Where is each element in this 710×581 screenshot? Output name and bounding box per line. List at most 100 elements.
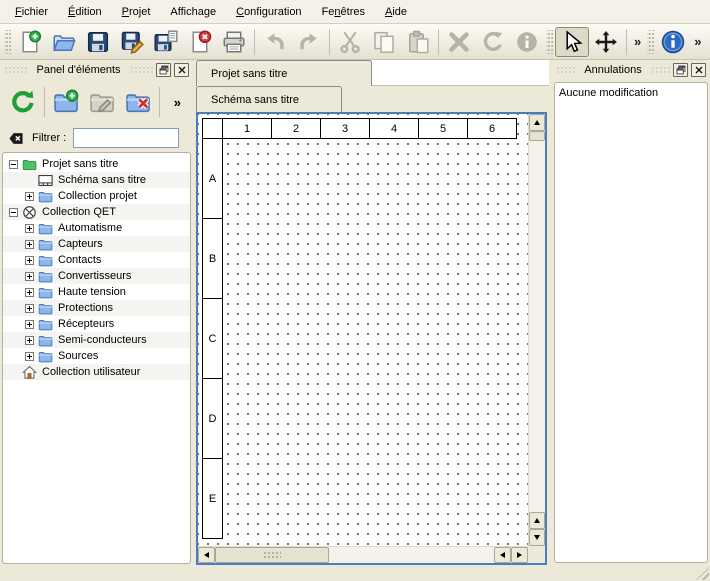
save-as-icon bbox=[120, 30, 144, 54]
folder-icon bbox=[38, 237, 53, 252]
open-document-button[interactable] bbox=[47, 27, 81, 57]
tree-item-semi-conducteurs[interactable]: Semi-conducteurs bbox=[3, 332, 190, 348]
collapse-toggle[interactable] bbox=[9, 160, 18, 169]
close-panel-button[interactable] bbox=[691, 63, 706, 77]
expand-toggle[interactable] bbox=[25, 320, 34, 329]
reload-button[interactable] bbox=[5, 84, 41, 120]
tree-item-haute-tension[interactable]: Haute tension bbox=[3, 284, 190, 300]
close-panel-button[interactable] bbox=[174, 63, 189, 77]
horizontal-scroll-thumb[interactable] bbox=[215, 547, 329, 563]
expand-toggle[interactable] bbox=[25, 256, 34, 265]
scroll-left-button-right[interactable] bbox=[494, 547, 511, 563]
expand-toggle[interactable] bbox=[25, 304, 34, 313]
menu-affichage[interactable]: Affichage bbox=[161, 2, 225, 22]
tree-item-protections[interactable]: Protections bbox=[3, 300, 190, 316]
close-document-button[interactable] bbox=[183, 27, 217, 57]
select-arrow-button[interactable] bbox=[555, 27, 589, 57]
save-button[interactable] bbox=[81, 27, 115, 57]
folder-icon bbox=[38, 221, 53, 236]
folder-icon bbox=[38, 349, 53, 364]
rotate-button[interactable] bbox=[476, 27, 510, 57]
new-document-button[interactable] bbox=[13, 27, 47, 57]
float-panel-button[interactable] bbox=[156, 63, 171, 77]
tree-item-collection-qet[interactable]: Collection QET bbox=[3, 204, 190, 220]
scroll-down-button[interactable] bbox=[529, 529, 545, 546]
move-part-button[interactable] bbox=[589, 27, 623, 57]
undo-button[interactable] bbox=[258, 27, 292, 57]
resize-grip[interactable] bbox=[696, 567, 709, 580]
delete-button[interactable] bbox=[442, 27, 476, 57]
tree-item-projet-sans-titre[interactable]: Projet sans titre bbox=[3, 156, 190, 172]
cut-icon bbox=[338, 30, 362, 54]
tree-item-convertisseurs[interactable]: Convertisseurs bbox=[3, 268, 190, 284]
tree-item-automatisme[interactable]: Automatisme bbox=[3, 220, 190, 236]
clear-filter-icon[interactable] bbox=[7, 131, 25, 146]
tree-item-label: Collection utilisateur bbox=[42, 366, 140, 378]
print-button[interactable] bbox=[217, 27, 251, 57]
menu-edition[interactable]: Édition bbox=[59, 2, 111, 22]
status-bar bbox=[0, 566, 710, 581]
filter-input[interactable] bbox=[73, 128, 179, 148]
vertical-scroll-thumb[interactable] bbox=[529, 131, 545, 141]
info-button[interactable] bbox=[510, 27, 544, 57]
schematic-viewport[interactable]: 123456ABCDE bbox=[198, 114, 528, 546]
toolbar-drag-handle[interactable] bbox=[4, 30, 11, 54]
qet-collection-icon bbox=[22, 205, 37, 220]
scroll-left-button[interactable] bbox=[198, 547, 215, 563]
tab-schema[interactable]: Schéma sans titre bbox=[196, 86, 342, 112]
panel-toolbar: » bbox=[0, 80, 193, 124]
redo-button[interactable] bbox=[292, 27, 326, 57]
vertical-scrollbar[interactable] bbox=[528, 114, 545, 546]
float-panel-button[interactable] bbox=[673, 63, 688, 77]
save-icon bbox=[86, 30, 110, 54]
toolbar-drag-handle[interactable] bbox=[647, 30, 654, 54]
edit-category-button[interactable] bbox=[84, 84, 120, 120]
expand-toggle[interactable] bbox=[25, 336, 34, 345]
expand-toggle[interactable] bbox=[25, 272, 34, 281]
cut-button[interactable] bbox=[333, 27, 367, 57]
menu-projet[interactable]: Projet bbox=[113, 2, 160, 22]
tab-project[interactable]: Projet sans titre bbox=[196, 60, 372, 86]
folder-icon bbox=[38, 333, 53, 348]
toolbar-overflow-chevron[interactable]: » bbox=[690, 34, 705, 49]
scroll-right-button[interactable] bbox=[511, 547, 528, 563]
tree-item-sources[interactable]: Sources bbox=[3, 348, 190, 364]
menu-fenetres[interactable]: Fenêtres bbox=[313, 2, 374, 22]
horizontal-scrollbar[interactable] bbox=[198, 546, 528, 563]
delete-category-button[interactable] bbox=[120, 84, 156, 120]
tree-item-collection-utilisateur[interactable]: Collection utilisateur bbox=[3, 364, 190, 380]
copy-button[interactable] bbox=[367, 27, 401, 57]
expand-toggle[interactable] bbox=[25, 192, 34, 201]
tree-item-capteurs[interactable]: Capteurs bbox=[3, 236, 190, 252]
print-icon bbox=[222, 30, 246, 54]
expand-toggle[interactable] bbox=[25, 224, 34, 233]
move-part-icon bbox=[594, 30, 618, 54]
scroll-up-button[interactable] bbox=[529, 114, 545, 131]
scroll-up-button-bottom[interactable] bbox=[529, 512, 545, 529]
elements-panel-title: Panel d'éléments bbox=[30, 64, 126, 76]
about-qet-button[interactable] bbox=[656, 27, 690, 57]
close-icon bbox=[694, 65, 704, 75]
menu-configuration[interactable]: Configuration bbox=[227, 2, 310, 22]
toolbar-drag-handle[interactable] bbox=[546, 30, 553, 54]
expand-toggle[interactable] bbox=[25, 288, 34, 297]
expand-toggle[interactable] bbox=[25, 240, 34, 249]
paste-button[interactable] bbox=[401, 27, 435, 57]
tree-item-schema-sans-titre[interactable]: Schéma sans titre bbox=[3, 172, 190, 188]
save-all-button[interactable] bbox=[149, 27, 183, 57]
schema-icon bbox=[38, 173, 53, 188]
menu-fichier[interactable]: Fichier bbox=[6, 2, 57, 22]
tree-item-contacts[interactable]: Contacts bbox=[3, 252, 190, 268]
tree-item-recepteurs[interactable]: Récepteurs bbox=[3, 316, 190, 332]
menu-aide[interactable]: Aide bbox=[376, 2, 416, 22]
tree-item-collection-projet[interactable]: Collection projet bbox=[3, 188, 190, 204]
panel-overflow-chevron[interactable]: » bbox=[174, 95, 188, 110]
delete-icon bbox=[447, 30, 471, 54]
thumb-grip bbox=[263, 551, 281, 559]
expand-toggle[interactable] bbox=[25, 352, 34, 361]
new-category-button[interactable] bbox=[48, 84, 84, 120]
collapse-toggle[interactable] bbox=[9, 208, 18, 217]
save-as-button[interactable] bbox=[115, 27, 149, 57]
undo-item[interactable]: Aucune modification bbox=[555, 85, 707, 101]
toolbar-overflow-chevron[interactable]: » bbox=[630, 34, 645, 49]
